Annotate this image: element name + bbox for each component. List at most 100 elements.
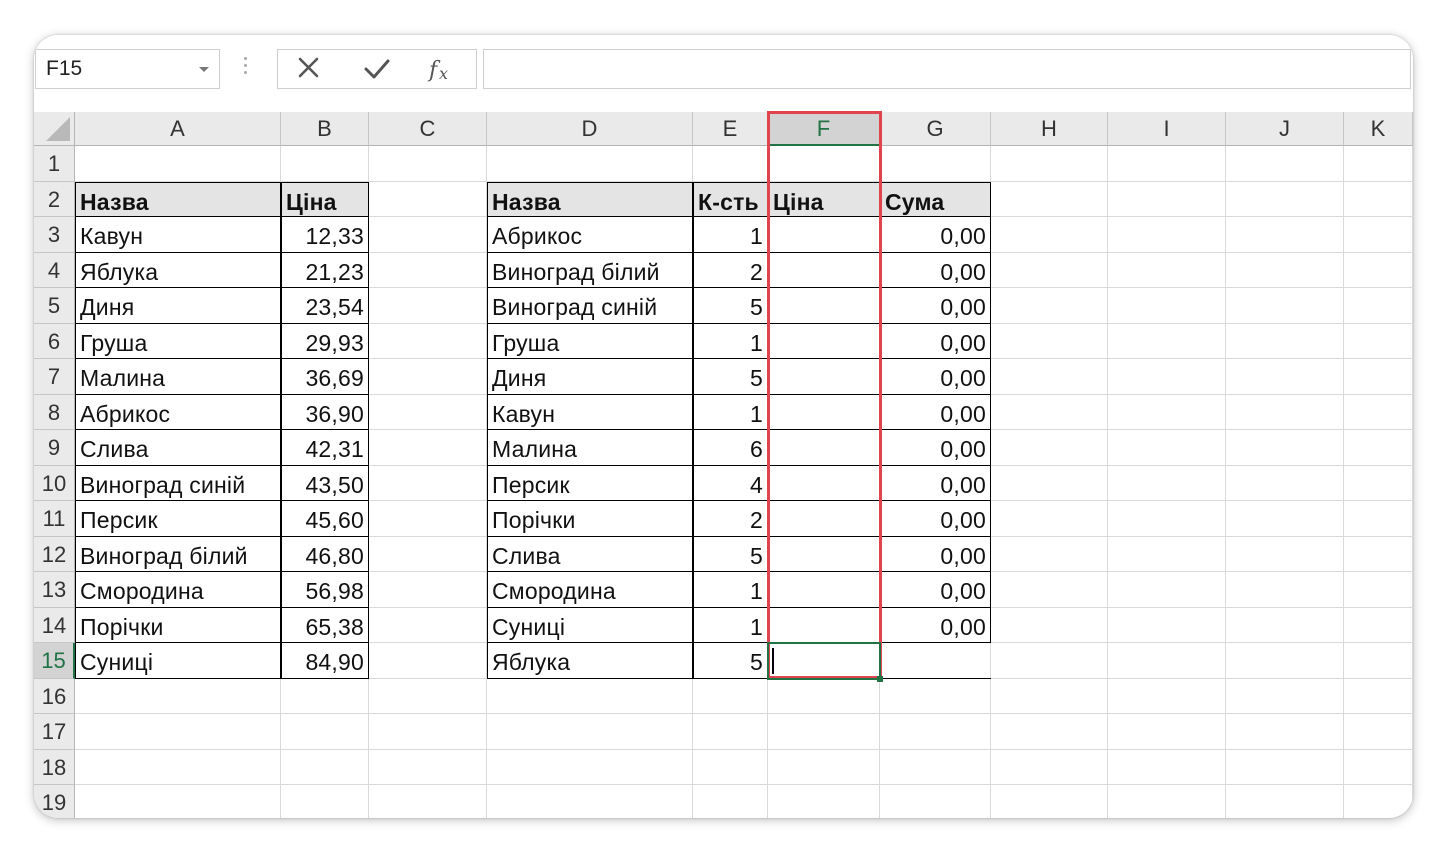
- cancel-button[interactable]: [292, 53, 326, 85]
- order-table-cell[interactable]: 1: [693, 607, 768, 643]
- price-table-cell[interactable]: 84,90: [281, 643, 369, 679]
- order-table-cell[interactable]: Малина: [487, 430, 693, 466]
- order-table-cell[interactable]: Виноград білий: [487, 252, 693, 288]
- order-table-cell[interactable]: 0,00: [880, 572, 991, 608]
- order-header-cell[interactable]: Сума: [880, 181, 991, 217]
- order-table-cell[interactable]: 0,00: [880, 288, 991, 324]
- row-header-6[interactable]: 6: [34, 323, 75, 359]
- order-table-cell[interactable]: [768, 252, 880, 288]
- price-table-cell[interactable]: 56,98: [281, 572, 369, 608]
- column-header-c[interactable]: C: [369, 112, 487, 146]
- price-table-cell[interactable]: Порічки: [75, 607, 281, 643]
- row-header-15[interactable]: 15: [34, 643, 75, 679]
- order-table-cell[interactable]: [768, 572, 880, 608]
- price-table-cell[interactable]: 45,60: [281, 501, 369, 537]
- order-table-cell[interactable]: 5: [693, 359, 768, 395]
- order-table-cell[interactable]: Персик: [487, 465, 693, 501]
- order-table-cell[interactable]: [880, 643, 991, 679]
- price-table-cell[interactable]: Кавун: [75, 217, 281, 253]
- order-table-cell[interactable]: 0,00: [880, 501, 991, 537]
- row-header-12[interactable]: 12: [34, 536, 75, 572]
- order-table-cell[interactable]: 0,00: [880, 394, 991, 430]
- column-header-h[interactable]: H: [991, 112, 1108, 146]
- row-header-19[interactable]: 19: [34, 785, 75, 818]
- order-table-cell[interactable]: 0,00: [880, 607, 991, 643]
- order-table-cell[interactable]: Груша: [487, 323, 693, 359]
- order-table-cell[interactable]: 1: [693, 572, 768, 608]
- price-table-cell[interactable]: Малина: [75, 359, 281, 395]
- row-header-1[interactable]: 1: [34, 146, 75, 182]
- price-table-cell[interactable]: Персик: [75, 501, 281, 537]
- row-header-9[interactable]: 9: [34, 430, 75, 466]
- order-header-cell[interactable]: К-сть: [693, 181, 768, 217]
- order-table-cell[interactable]: [768, 394, 880, 430]
- column-header-d[interactable]: D: [487, 112, 693, 146]
- order-table-cell[interactable]: Яблука: [487, 643, 693, 679]
- order-table-cell[interactable]: 0,00: [880, 465, 991, 501]
- order-table-cell[interactable]: [768, 536, 880, 572]
- order-table-cell[interactable]: 0,00: [880, 430, 991, 466]
- price-table-cell[interactable]: Суниці: [75, 643, 281, 679]
- column-header-g[interactable]: G: [880, 112, 991, 146]
- order-table-cell[interactable]: Виноград синій: [487, 288, 693, 324]
- row-header-5[interactable]: 5: [34, 288, 75, 324]
- order-table-cell[interactable]: [768, 288, 880, 324]
- order-table-cell[interactable]: Слива: [487, 536, 693, 572]
- row-header-10[interactable]: 10: [34, 465, 75, 501]
- price-table-cell[interactable]: 29,93: [281, 323, 369, 359]
- row-header-14[interactable]: 14: [34, 607, 75, 643]
- order-table-cell[interactable]: 0,00: [880, 323, 991, 359]
- order-table-cell[interactable]: [768, 217, 880, 253]
- price-table-cell[interactable]: Слива: [75, 430, 281, 466]
- order-table-cell[interactable]: [768, 430, 880, 466]
- order-table-cell[interactable]: [768, 465, 880, 501]
- price-table-cell[interactable]: 36,69: [281, 359, 369, 395]
- order-table-cell[interactable]: Суниці: [487, 607, 693, 643]
- price-table-cell[interactable]: Смородина: [75, 572, 281, 608]
- row-header-18[interactable]: 18: [34, 749, 75, 785]
- order-table-cell[interactable]: 1: [693, 323, 768, 359]
- name-box[interactable]: F15: [35, 49, 220, 89]
- column-header-i[interactable]: I: [1108, 112, 1226, 146]
- order-table-cell[interactable]: 0,00: [880, 252, 991, 288]
- row-header-2[interactable]: 2: [34, 181, 75, 217]
- order-table-cell[interactable]: 1: [693, 217, 768, 253]
- enter-button[interactable]: [360, 53, 394, 85]
- row-header-8[interactable]: 8: [34, 394, 75, 430]
- order-table-cell[interactable]: 0,00: [880, 217, 991, 253]
- price-header-cell[interactable]: Ціна: [281, 181, 369, 217]
- price-table-cell[interactable]: 42,31: [281, 430, 369, 466]
- row-header-11[interactable]: 11: [34, 501, 75, 537]
- order-header-cell[interactable]: Назва: [487, 181, 693, 217]
- column-header-j[interactable]: J: [1226, 112, 1344, 146]
- order-table-cell[interactable]: 6: [693, 430, 768, 466]
- row-header-7[interactable]: 7: [34, 359, 75, 395]
- order-table-cell[interactable]: 5: [693, 536, 768, 572]
- insert-function-button[interactable]: f x: [425, 53, 459, 85]
- price-table-cell[interactable]: Груша: [75, 323, 281, 359]
- price-table-cell[interactable]: 21,23: [281, 252, 369, 288]
- order-table-cell[interactable]: [768, 607, 880, 643]
- order-header-cell[interactable]: Ціна: [768, 181, 880, 217]
- price-table-cell[interactable]: Абрикос: [75, 394, 281, 430]
- order-table-cell[interactable]: 5: [693, 288, 768, 324]
- order-table-cell[interactable]: [768, 643, 880, 679]
- fill-handle[interactable]: [877, 675, 883, 682]
- column-header-a[interactable]: A: [75, 112, 281, 146]
- price-table-cell[interactable]: 46,80: [281, 536, 369, 572]
- formula-input[interactable]: [483, 49, 1411, 89]
- order-table-cell[interactable]: [768, 323, 880, 359]
- row-header-17[interactable]: 17: [34, 714, 75, 750]
- row-header-16[interactable]: 16: [34, 678, 75, 714]
- column-header-k[interactable]: K: [1344, 112, 1413, 146]
- order-table-cell[interactable]: 2: [693, 501, 768, 537]
- select-all-button[interactable]: [34, 112, 75, 146]
- order-table-cell[interactable]: 5: [693, 643, 768, 679]
- order-table-cell[interactable]: 0,00: [880, 536, 991, 572]
- order-table-cell[interactable]: Смородина: [487, 572, 693, 608]
- order-table-cell[interactable]: [768, 359, 880, 395]
- price-table-cell[interactable]: Яблука: [75, 252, 281, 288]
- price-table-cell[interactable]: 65,38: [281, 607, 369, 643]
- order-table-cell[interactable]: Диня: [487, 359, 693, 395]
- column-header-f[interactable]: F: [768, 112, 880, 146]
